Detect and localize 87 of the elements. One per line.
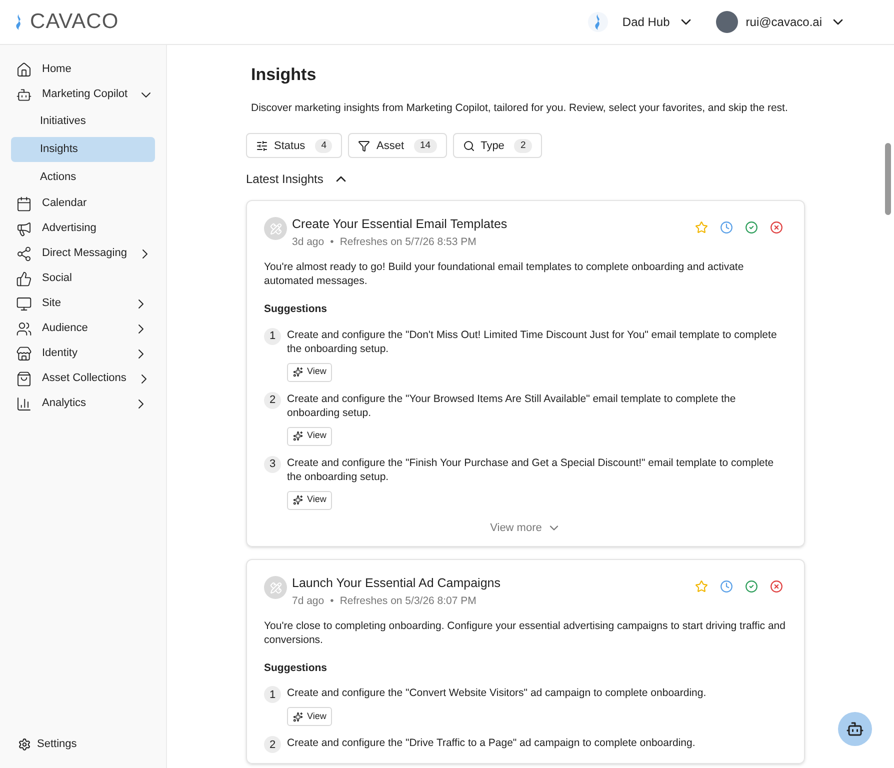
count-badge: 14 [414,138,437,153]
sidebar-item[interactable]: Site [11,291,155,316]
robot-icon [16,86,32,102]
page-subtitle: Discover marketing insights from Marketing Copilot, tailored for you. Review, select your favorites, and skip the rest. [251,100,789,116]
sidebar-item[interactable]: Social [11,266,155,291]
count-badge: 2 [514,138,532,153]
check-circle-icon[interactable] [745,221,758,234]
people-icon [16,320,32,336]
filter-button[interactable]: Status 4 [246,133,342,158]
section-toggle[interactable]: Latest Insights [246,170,350,188]
check-circle-icon[interactable] [745,580,758,593]
insight-age: 3d ago [292,235,324,250]
sidebar-subitem[interactable]: Insights [11,136,155,162]
close-circle-icon[interactable] [770,221,783,234]
step-number: 3 [264,456,281,472]
insight-age: 7d ago [292,594,324,609]
share-icon [16,246,32,262]
star-icon[interactable] [695,221,708,234]
step-number: 2 [264,736,281,754]
insight-description: You're almost ready to go! Build your foundational email templates to complete onboarding and activate automated messages. [264,260,745,288]
clock-icon[interactable] [720,580,733,593]
bar-chart-icon [16,396,32,412]
sidebar-item[interactable]: Audience [11,316,155,341]
suggestion-text: Create and configure the "Finish Your Purchase and Get a Special Discount!" email template to complete the onboarding setup. [287,456,775,484]
tools-icon [270,222,282,235]
sidebar-item[interactable]: Home [11,57,155,82]
sparkles-icon [293,712,303,722]
store-icon [16,346,32,362]
logo-text: CAVACO [30,9,119,36]
avatar [716,11,738,33]
refresh-time: Refreshes on 5/7/26 8:53 PM [340,235,476,250]
count-badge: 4 [315,138,332,153]
view-button[interactable]: View [287,707,332,726]
sidebar-item[interactable]: Calendar [11,191,155,216]
insight-description: You're close to completing onboarding. Configure your essential advertising campaigns to start driving traffic and conversions. [264,618,786,646]
close-circle-icon[interactable] [770,580,783,593]
sparkles-icon [293,367,303,377]
insight-title: Create Your Essential Email Templates [292,216,508,234]
settings-link[interactable]: Settings [11,734,155,754]
suggestions-heading: Suggestions [264,660,328,676]
bag-icon [16,370,32,386]
monitor-icon [16,296,32,312]
page-title: Insights [251,64,318,86]
sidebar-item[interactable]: Direct Messaging [11,241,155,266]
user-menu[interactable]: rui@cavaco.ai [716,11,846,33]
tools-icon [270,582,282,594]
step-number: 1 [264,328,281,344]
suggestion-text: Create and configure the "Convert Website Visitors" ad campaign to complete onboarding. [287,686,706,700]
calendar-icon [16,196,32,212]
view-button[interactable]: View [287,426,332,446]
sparkles-icon [293,495,303,505]
separator-dot: • [330,594,334,609]
filter-button[interactable]: Asset 14 [348,133,447,158]
home-icon [16,62,32,78]
star-icon[interactable] [695,580,708,593]
insight-title: Launch Your Essential Ad Campaigns [292,575,500,592]
thumbs-up-icon [16,270,32,286]
suggestion-text: Create and configure the "Don't Miss Out! Limited Time Discount Just for You" email template to complete the onboarding setup. [287,328,778,356]
suggestion-text: Create and configure the "Drive Traffic to a Page" ad campaign to complete onboarding. [287,736,696,750]
sidebar-subitem[interactable]: Actions [11,164,155,190]
assistant-button[interactable] [838,712,872,746]
view-more-button[interactable]: View more [490,520,561,536]
filter-button[interactable]: Type 2 [452,133,542,158]
robot-icon [846,720,864,738]
separator-dot: • [330,235,334,250]
step-number: 1 [264,686,281,704]
megaphone-icon [16,220,32,236]
sidebar-subitem[interactable]: Initiatives [11,108,155,134]
sidebar-item[interactable]: Asset Collections [11,366,155,391]
step-number: 2 [264,392,281,408]
clock-icon[interactable] [720,221,733,234]
sidebar-item[interactable]: Identity [11,341,155,366]
workspace-selector[interactable]: Dad Hub [588,12,694,32]
filter-icon [358,140,370,152]
suggestions-heading: Suggestions [264,302,328,317]
search-icon [462,140,475,152]
view-button[interactable]: View [287,362,332,382]
refresh-time: Refreshes on 5/3/26 8:07 PM [340,594,476,609]
view-button[interactable]: View [287,490,332,510]
settings-icon [18,738,31,750]
sidebar-item[interactable]: Marketing Copilot [11,82,155,107]
suggestion-text: Create and configure the "Your Browsed Items Are Still Available" email template to complete the onboarding setup. [287,392,737,420]
sliders-icon [256,140,268,152]
scrollbar-thumb [885,143,891,215]
sidebar-item[interactable]: Advertising [11,216,155,241]
sidebar-item[interactable]: Analytics [11,391,155,416]
sparkles-icon [293,431,303,441]
